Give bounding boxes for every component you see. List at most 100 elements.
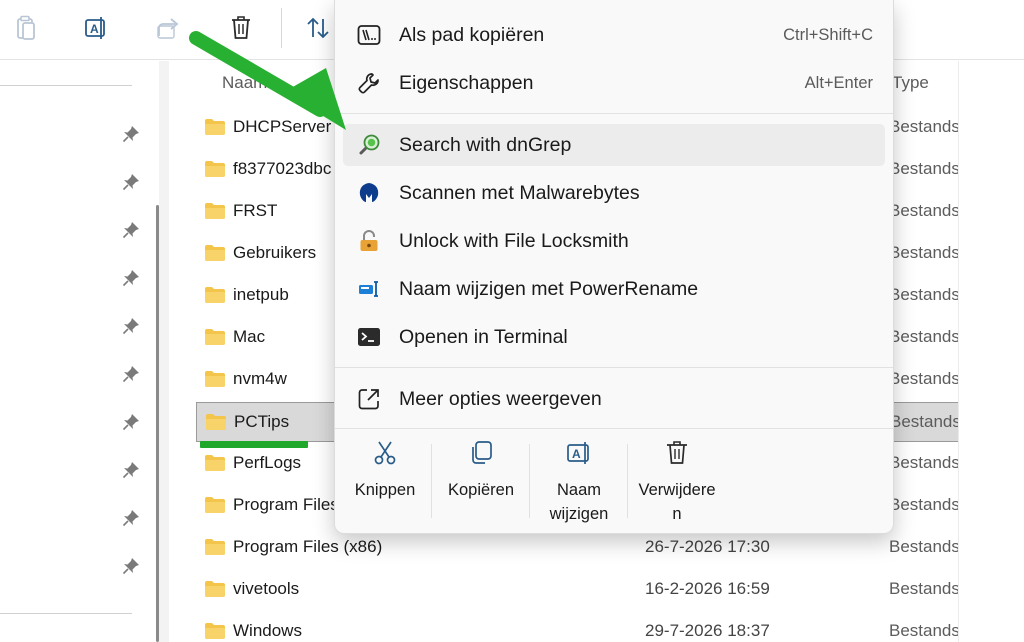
- folder-icon: [204, 496, 226, 514]
- dngrep-icon: [357, 133, 381, 157]
- pin-icon[interactable]: [122, 509, 140, 527]
- menu-separator: [335, 428, 893, 429]
- menu-separator: [335, 113, 893, 114]
- menu-item[interactable]: Openen in Terminal: [343, 316, 885, 358]
- nav-divider: [0, 613, 132, 614]
- file-type: Bestands: [889, 327, 960, 346]
- rename-button[interactable]: A: [78, 10, 114, 46]
- file-name: Program Files: [233, 495, 339, 514]
- quick-action-label-line: wijzigen: [549, 505, 609, 523]
- folder-icon: [204, 244, 226, 262]
- file-row[interactable]: vivetools 16-2-2026 16:59 Bestands: [196, 570, 960, 610]
- svg-text:A: A: [572, 447, 581, 461]
- file-row[interactable]: Program Files (x86) 26-7-2026 17:30 Bestan…: [196, 528, 960, 568]
- file-name: Windows: [233, 621, 302, 640]
- svg-text:A: A: [90, 22, 99, 36]
- menu-item-label: Eigenschappen: [399, 72, 534, 94]
- menu-item-label: Meer opties weergeven: [399, 388, 602, 410]
- rename-icon: A: [85, 17, 105, 39]
- file-name: PerfLogs: [233, 453, 302, 472]
- folder-icon: [204, 328, 226, 346]
- file-name: vivetools: [233, 579, 300, 598]
- quick-action-label-line: Kopiëren: [447, 481, 515, 499]
- pin-icon[interactable]: [122, 269, 140, 287]
- highlight-underline: [200, 441, 308, 448]
- pin-icon[interactable]: [122, 557, 140, 575]
- file-type: Bestands: [889, 537, 960, 556]
- quick-action-label: Verwijdere n: [629, 478, 725, 526]
- file-name: Mac: [233, 327, 266, 346]
- menu-item[interactable]: Eigenschappen Alt+Enter: [343, 62, 885, 104]
- nav-pane-splitter[interactable]: [159, 61, 169, 642]
- share-icon: [157, 18, 179, 39]
- file-type: Bestands: [889, 117, 960, 136]
- nav-scrollbar[interactable]: [156, 205, 159, 642]
- file-type: Bestands: [889, 285, 960, 304]
- menu-item[interactable]: Scannen met Malwarebytes: [343, 172, 885, 214]
- menu-item[interactable]: Meer opties weergeven: [343, 378, 885, 420]
- quick-action-label: Naam wijzigen: [531, 478, 627, 526]
- quick-action-label-line: Verwijdere: [638, 481, 716, 499]
- pin-icon[interactable]: [122, 413, 140, 431]
- menu-item-label: Naam wijzigen met PowerRename: [399, 278, 699, 300]
- pin-icon[interactable]: [122, 173, 140, 191]
- file-type: Bestands: [889, 453, 960, 472]
- file-name: f8377023dbc: [233, 159, 332, 178]
- copy-path-icon: [357, 23, 381, 47]
- delete-button[interactable]: Verwijdere n: [629, 440, 725, 526]
- file-name: inetpub: [233, 285, 289, 304]
- file-type: Bestands: [889, 621, 960, 640]
- quick-action-label: Kopiëren: [433, 478, 529, 502]
- context-menu: Als pad kopiëren Ctrl+Shift+C Eigenschappe…: [334, 0, 894, 534]
- menu-item[interactable]: Als pad kopiëren Ctrl+Shift+C: [343, 14, 885, 56]
- folder-icon: [205, 413, 227, 431]
- folder-icon: [204, 580, 226, 598]
- file-name: nvm4w: [233, 369, 287, 388]
- scissors-icon: [372, 440, 398, 466]
- quick-action-separator: [431, 444, 432, 518]
- quick-action-label-line: n: [672, 505, 682, 523]
- folder-icon: [204, 370, 226, 388]
- cut-button[interactable]: Knippen: [337, 440, 433, 502]
- rename-button[interactable]: A Naam wijzigen: [531, 440, 627, 526]
- pin-icon[interactable]: [122, 461, 140, 479]
- terminal-icon: [357, 325, 381, 349]
- file-date: 16-2-2026 16:59: [645, 579, 770, 598]
- wrench-icon: [357, 71, 381, 95]
- pin-icon[interactable]: [122, 221, 140, 239]
- file-date: 29-7-2026 18:37: [645, 621, 770, 640]
- menu-item-label: Search with dnGrep: [399, 134, 572, 156]
- file-name: PCTips: [234, 412, 290, 431]
- pin-icon[interactable]: [122, 125, 140, 143]
- file-name: Gebruikers: [233, 243, 317, 262]
- menu-item-label: Als pad kopiëren: [399, 24, 545, 46]
- folder-icon: [204, 538, 226, 556]
- menu-item[interactable]: Search with dnGrep: [343, 124, 885, 166]
- pin-icon[interactable]: [122, 365, 140, 383]
- file-type: Bestands: [889, 201, 960, 220]
- menu-item-label: Unlock with File Locksmith: [399, 230, 629, 252]
- file-type: Bestands: [890, 412, 961, 431]
- copy-button[interactable]: Kopiëren: [433, 440, 529, 502]
- menu-item-label: Openen in Terminal: [399, 326, 568, 348]
- column-header-type[interactable]: Type: [892, 73, 929, 93]
- file-type: Bestands: [889, 243, 960, 262]
- file-row[interactable]: Windows 29-7-2026 18:37 Bestands: [196, 612, 960, 642]
- paste-icon: [17, 15, 35, 40]
- quick-action-label: Knippen: [337, 478, 433, 502]
- menu-item[interactable]: Unlock with File Locksmith: [343, 220, 885, 262]
- file-type: Bestands: [889, 495, 960, 514]
- folder-icon: [204, 622, 226, 640]
- paste-button[interactable]: [8, 10, 44, 46]
- file-type: Bestands: [889, 159, 960, 178]
- list-scroll-area: [958, 61, 1024, 642]
- file-name: FRST: [233, 201, 278, 220]
- pin-icon[interactable]: [122, 317, 140, 335]
- file-date: 26-7-2026 17:30: [645, 537, 770, 556]
- quick-action-separator: [529, 444, 530, 518]
- menu-item[interactable]: Naam wijzigen met PowerRename: [343, 268, 885, 310]
- quick-action-label-line: Naam: [556, 481, 601, 499]
- lock-icon: [357, 229, 381, 253]
- file-type: Bestands: [889, 369, 960, 388]
- folder-icon: [204, 202, 226, 220]
